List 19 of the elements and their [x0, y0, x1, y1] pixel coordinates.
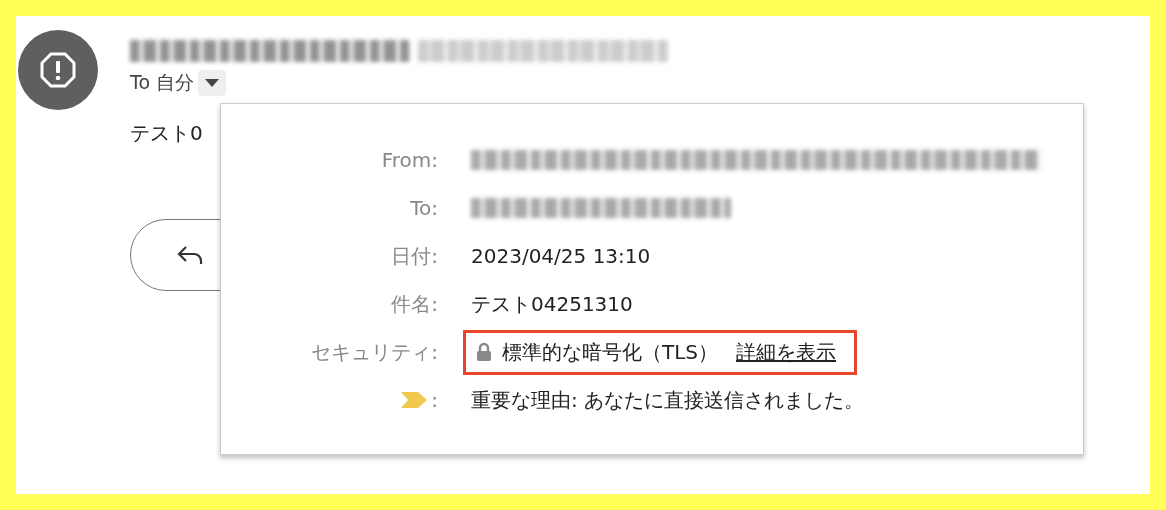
details-toggle[interactable] [198, 70, 227, 96]
field-value: 重要な理由: あなたに直接送信されました。 [471, 386, 865, 414]
field-label: 件名: [391, 290, 438, 318]
reply-icon [177, 245, 203, 265]
message-body: テスト0 [130, 120, 204, 147]
importance-marker-icon [401, 392, 428, 408]
recipient-label: To 自分 [130, 70, 195, 95]
caret-icon [205, 79, 220, 87]
security-value: 標準的な暗号化（TLS） [502, 338, 719, 366]
field-value: テスト04251310 [471, 290, 633, 318]
field-label: : [401, 388, 438, 412]
field-label: From: [381, 148, 438, 172]
details-link[interactable]: 詳細を表示 [736, 338, 837, 366]
lock-icon [476, 342, 492, 362]
field-label: 日付: [391, 242, 438, 270]
warning-icon [40, 52, 76, 88]
field-label: セキュリティ: [311, 338, 438, 366]
field-label: To: [410, 196, 438, 220]
field-value: 2023/04/25 13:10 [471, 244, 651, 268]
